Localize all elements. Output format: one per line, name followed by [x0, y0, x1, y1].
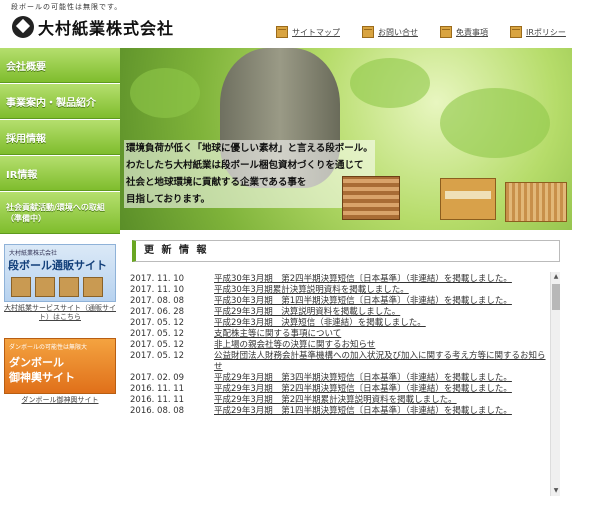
news-date: 2016. 11. 11 — [130, 395, 185, 405]
news-date: 2017. 05. 12 — [130, 318, 185, 328]
news-row: 2017. 11. 10 平成30年3月期累計決算説明資料を掲載しました。 — [130, 285, 548, 296]
sidebar-item-label: IR情報 — [6, 169, 38, 181]
news-section-title: 更 新 情 報 — [132, 240, 560, 262]
scroll-down-icon[interactable]: ▼ — [552, 487, 560, 495]
sidebar-item-label: 採用情報 — [6, 133, 46, 145]
news-list: 2017. 11. 10 平成30年3月期 第2四半期決算短信〔日本基準〕（非連結… — [130, 274, 548, 496]
foliage — [130, 68, 200, 118]
site-header: 段ボールの可能性は無限です。 大村紙業株式会社 サイトマップ お問い合せ 免責事… — [0, 0, 590, 48]
scroll-up-icon[interactable]: ▲ — [552, 273, 560, 281]
news-date: 2016. 08. 08 — [130, 406, 185, 416]
news-link[interactable]: 平成29年3月期 決算説明資料を掲載しました。 — [214, 307, 548, 318]
box-icon — [83, 277, 103, 297]
hero-line: 目指しております。 — [126, 194, 210, 205]
sidebar-item-business[interactable]: 事業案内・製品紹介 — [0, 84, 120, 119]
news-date: 2017. 11. 10 — [130, 285, 185, 295]
news-row: 2017. 08. 08 平成30年3月期 第1四半期決算短信〔日本基準〕（非連結… — [130, 296, 548, 307]
news-row: 2016. 11. 11 平成29年3月期 第2四半期累計決算説明資料を掲載しまし… — [130, 395, 548, 406]
box-icon — [276, 26, 288, 38]
news-date: 2017. 08. 08 — [130, 296, 185, 306]
mikoshi-caption-link[interactable]: ダンボール御神輿サイト — [0, 396, 120, 405]
hero-message: 環境負荷が低く「地球に優しい素材」と言える段ボール。 わたしたち大村紙業は段ボー… — [124, 140, 375, 208]
news-link[interactable]: 平成29年3月期 第2四半期決算短信〔日本基準〕（非連結）を掲載しました。 — [214, 384, 548, 395]
box-icon — [510, 26, 522, 38]
news-date: 2017. 05. 12 — [130, 340, 185, 350]
news-row: 2017. 05. 12 公益財団法人財務会計基準機構への加入状況及び加入に関する… — [130, 351, 548, 373]
banner-title-line1: ダンボール — [9, 356, 64, 369]
sidebar-item-company[interactable]: 会社概要 — [0, 48, 120, 83]
news-row: 2017. 05. 12 非上場の親会社等の決算に関するお知らせ — [130, 340, 548, 351]
news-row: 2016. 08. 08 平成29年3月期 第1四半期決算短信〔日本基準〕（非連結… — [130, 406, 548, 417]
disclaimer-link[interactable]: 免責事項 — [440, 26, 488, 38]
box-icon — [362, 26, 374, 38]
mikoshi-banner[interactable]: ダンボールの可能性は無限大 ダンボール 御神輿サイト — [4, 338, 116, 394]
news-link[interactable]: 平成30年3月期 第2四半期決算短信〔日本基準〕（非連結）を掲載しました。 — [214, 274, 548, 285]
news-row: 2017. 06. 28 平成29年3月期 決算説明資料を掲載しました。 — [130, 307, 548, 318]
sidebar-item-csr[interactable]: 社会貢献活動/環境への取組（準備中） — [0, 192, 120, 234]
mail-order-caption-link[interactable]: 大村紙業サービスサイト（通販サイト）はこちら — [0, 304, 120, 322]
box-icon — [59, 277, 79, 297]
banner-subtitle: ダンボールの可能性は無限大 — [9, 344, 88, 351]
foliage — [350, 58, 430, 108]
tagline: 段ボールの可能性は無限です。 — [11, 3, 123, 11]
contact-link-label: お問い合せ — [378, 27, 418, 37]
disclaimer-link-label: 免責事項 — [456, 27, 488, 37]
scroll-thumb[interactable] — [552, 284, 560, 310]
sidebar: 会社概要 事業案内・製品紹介 採用情報 IR情報 社会貢献活動/環境への取組（準… — [0, 48, 120, 510]
news-row: 2017. 02. 09 平成29年3月期 第3四半期決算短信〔日本基準〕（非連結… — [130, 373, 548, 384]
news-date: 2016. 11. 11 — [130, 384, 185, 394]
hero-image: 環境負荷が低く「地球に優しい素材」と言える段ボール。 わたしたち大村紙業は段ボー… — [120, 48, 572, 230]
pallet-image — [342, 176, 400, 220]
news-link[interactable]: 平成29年3月期 第2四半期累計決算説明資料を掲載しました。 — [214, 395, 548, 406]
news-link[interactable]: 支配株主等に関する事項について — [214, 329, 548, 340]
news-link[interactable]: 平成29年3月期 第3四半期決算短信〔日本基準〕（非連結）を掲載しました。 — [214, 373, 548, 384]
sidebar-item-recruit[interactable]: 採用情報 — [0, 120, 120, 155]
hero-line: 環境負荷が低く「地球に優しい素材」と言える段ボール。 — [126, 143, 373, 154]
news-date: 2017. 06. 28 — [130, 307, 185, 317]
news-link[interactable]: 平成30年3月期累計決算説明資料を掲載しました。 — [214, 285, 548, 296]
sitemap-link-label: サイトマップ — [292, 27, 340, 37]
carton-image — [440, 178, 496, 220]
mail-order-banner[interactable]: 大村紙業株式会社 段ボール通販サイト — [4, 244, 116, 302]
corrugated-image — [505, 182, 567, 222]
company-logo-text[interactable]: 大村紙業株式会社 — [38, 15, 174, 39]
news-scrollbar[interactable]: ▲ ▼ — [550, 272, 560, 496]
banner-title: 段ボール通販サイト — [8, 259, 107, 272]
news-link[interactable]: 公益財団法人財務会計基準機構への加入状況及び加入に関する考え方等に関するお知らせ — [214, 351, 548, 373]
box-icon — [35, 277, 55, 297]
news-date: 2017. 11. 10 — [130, 274, 185, 284]
news-date: 2017. 05. 12 — [130, 351, 185, 361]
foliage — [440, 88, 550, 158]
box-icon — [11, 277, 31, 297]
news-row: 2016. 11. 11 平成29年3月期 第2四半期決算短信〔日本基準〕（非連結… — [130, 384, 548, 395]
box-icon — [440, 26, 452, 38]
news-link[interactable]: 平成29年3月期 第1四半期決算短信〔日本基準〕（非連結）を掲載しました。 — [214, 406, 548, 417]
news-row: 2017. 11. 10 平成30年3月期 第2四半期決算短信〔日本基準〕（非連結… — [130, 274, 548, 285]
news-link[interactable]: 非上場の親会社等の決算に関するお知らせ — [214, 340, 548, 351]
news-date: 2017. 02. 09 — [130, 373, 185, 383]
header-links: サイトマップ お問い合せ 免責事項 IRポリシー — [276, 26, 588, 38]
sidebar-item-label: 社会貢献活動/環境への取組（準備中） — [6, 202, 105, 223]
ir-policy-link-label: IRポリシー — [526, 27, 566, 37]
sidebar-item-ir[interactable]: IR情報 — [0, 156, 120, 191]
banner-company-name: 大村紙業株式会社 — [9, 250, 58, 257]
sidebar-item-label: 事業案内・製品紹介 — [6, 97, 96, 109]
sitemap-link[interactable]: サイトマップ — [276, 26, 340, 38]
contact-link[interactable]: お問い合せ — [362, 26, 418, 38]
logo-icon[interactable] — [12, 16, 34, 38]
ir-policy-link[interactable]: IRポリシー — [510, 26, 566, 38]
news-link[interactable]: 平成29年3月期 決算短信（非連結）を掲載しました。 — [214, 318, 548, 329]
news-row: 2017. 05. 12 支配株主等に関する事項について — [130, 329, 548, 340]
banner-title-line2: 御神輿サイト — [9, 371, 75, 384]
news-date: 2017. 05. 12 — [130, 329, 185, 339]
box-icons — [11, 277, 103, 297]
news-link[interactable]: 平成30年3月期 第1四半期決算短信〔日本基準〕（非連結）を掲載しました。 — [214, 296, 548, 307]
hero-line: 社会と地球環境に貢献する企業である事を — [126, 177, 307, 188]
sidebar-item-label: 会社概要 — [6, 61, 46, 73]
hero-line: わたしたち大村紙業は段ボール梱包資材づくりを通じて — [126, 160, 364, 171]
news-row: 2017. 05. 12 平成29年3月期 決算短信（非連結）を掲載しました。 — [130, 318, 548, 329]
